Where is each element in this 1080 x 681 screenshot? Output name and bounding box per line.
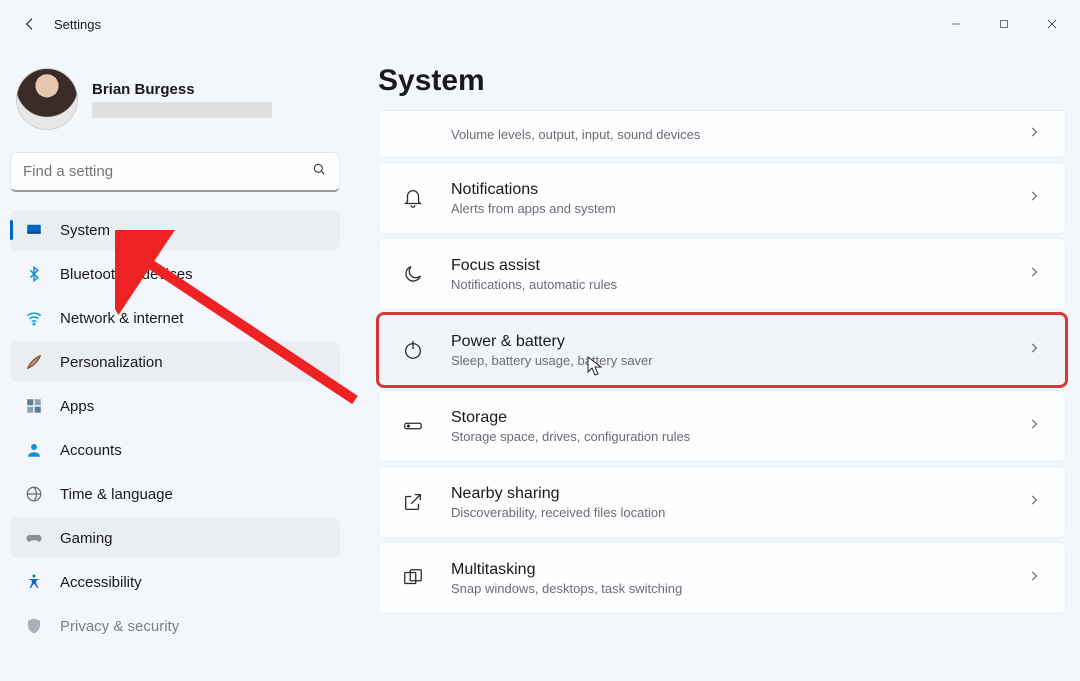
chevron-right-icon [1027,417,1041,436]
card-storage[interactable]: Storage Storage space, drives, configura… [378,390,1066,462]
titlebar: Settings [0,0,1080,48]
storage-icon [399,415,427,437]
sidebar-item-bluetooth[interactable]: Bluetooth & devices [10,254,340,294]
sidebar-nav: System Bluetooth & devices Network & int… [10,210,340,646]
sidebar-item-privacy[interactable]: Privacy & security [10,606,340,646]
card-subtitle: Alerts from apps and system [451,201,1003,216]
card-power[interactable]: Power & battery Sleep, battery usage, ba… [378,314,1066,386]
multitask-icon [399,567,427,589]
app-title: Settings [54,17,101,32]
bluetooth-icon [24,264,44,284]
card-title: Notifications [451,181,1003,199]
bell-icon [399,187,427,209]
sidebar-item-gaming[interactable]: Gaming [10,518,340,558]
main-content: System Volume levels, output, input, sou… [350,48,1080,681]
card-subtitle: Discoverability, received files location [451,505,1003,520]
sidebar-item-label: Gaming [60,530,113,547]
sidebar-item-label: Network & internet [60,310,183,327]
card-title: Power & battery [451,333,1003,351]
chevron-right-icon [1027,189,1041,208]
card-title: Focus assist [451,257,1003,275]
search-icon [311,161,327,182]
profile-email-redacted [92,102,272,118]
profile-block[interactable]: Brian Burgess [10,60,340,148]
sidebar-item-time[interactable]: Time & language [10,474,340,514]
brush-icon [24,352,44,372]
card-title: Storage [451,409,1003,427]
sidebar: Brian Burgess System Bluetooth & dev [0,48,350,681]
sidebar-item-label: Accessibility [60,574,142,591]
profile-name: Brian Burgess [92,81,272,98]
shield-icon [24,616,44,636]
maximize-button[interactable] [980,0,1028,48]
search-box[interactable] [10,152,340,192]
card-title: Multitasking [451,561,1003,579]
sidebar-item-label: System [60,222,110,239]
moon-icon [399,263,427,285]
card-subtitle: Storage space, drives, configuration rul… [451,429,1003,444]
monitor-icon [24,220,44,240]
sidebar-item-accessibility[interactable]: Accessibility [10,562,340,602]
gamepad-icon [24,528,44,548]
chevron-right-icon [1027,493,1041,512]
chevron-right-icon [1027,265,1041,284]
card-multitasking[interactable]: Multitasking Snap windows, desktops, tas… [378,542,1066,614]
sidebar-item-system[interactable]: System [10,210,340,250]
settings-card-list: Volume levels, output, input, sound devi… [378,110,1068,614]
sidebar-item-label: Bluetooth & devices [60,266,193,283]
card-sound[interactable]: Volume levels, output, input, sound devi… [378,110,1066,158]
card-nearby[interactable]: Nearby sharing Discoverability, received… [378,466,1066,538]
back-button[interactable] [20,14,40,34]
chevron-right-icon [1027,341,1041,360]
avatar [16,68,78,130]
accessibility-icon [24,572,44,592]
page-title: System [378,64,1068,98]
card-subtitle: Sleep, battery usage, battery saver [451,353,1003,368]
card-notifications[interactable]: Notifications Alerts from apps and syste… [378,162,1066,234]
sidebar-item-apps[interactable]: Apps [10,386,340,426]
share-icon [399,491,427,513]
clock-globe-icon [24,484,44,504]
card-subtitle: Volume levels, output, input, sound devi… [451,127,1003,142]
chevron-right-icon [1027,125,1041,144]
apps-icon [24,396,44,416]
sidebar-item-label: Time & language [60,486,173,503]
card-focus[interactable]: Focus assist Notifications, automatic ru… [378,238,1066,310]
minimize-button[interactable] [932,0,980,48]
sidebar-item-network[interactable]: Network & internet [10,298,340,338]
sidebar-item-label: Privacy & security [60,618,179,635]
chevron-right-icon [1027,569,1041,588]
account-icon [24,440,44,460]
close-button[interactable] [1028,0,1076,48]
window-controls [932,0,1076,48]
sidebar-item-label: Personalization [60,354,163,371]
sidebar-item-label: Accounts [60,442,122,459]
search-input[interactable] [23,163,311,180]
power-icon [399,339,427,361]
card-title: Nearby sharing [451,485,1003,503]
sidebar-item-accounts[interactable]: Accounts [10,430,340,470]
wifi-icon [24,308,44,328]
card-subtitle: Snap windows, desktops, task switching [451,581,1003,596]
sidebar-item-label: Apps [60,398,94,415]
sidebar-item-personalization[interactable]: Personalization [10,342,340,382]
card-subtitle: Notifications, automatic rules [451,277,1003,292]
